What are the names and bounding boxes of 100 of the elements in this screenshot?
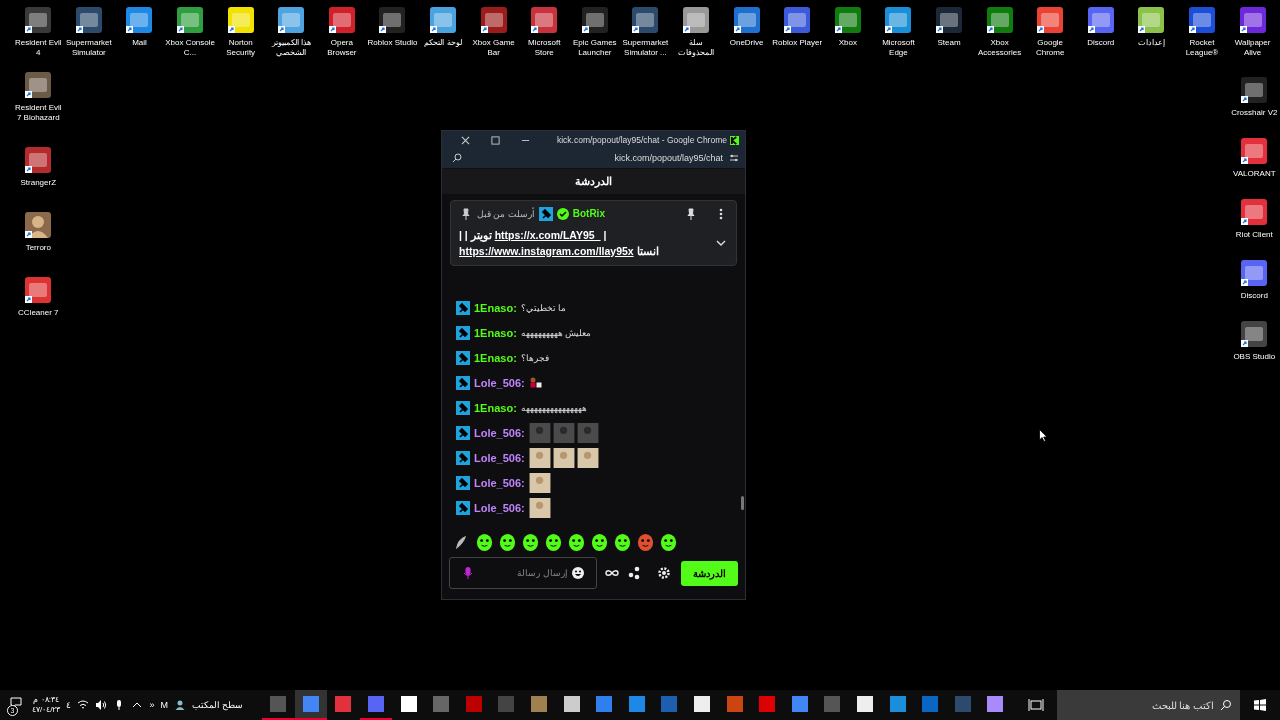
message-input[interactable]: إرسال رسالة	[449, 557, 597, 589]
maximize-icon[interactable]	[490, 135, 500, 145]
app-icon[interactable]	[1085, 5, 1116, 35]
photo-placeholder	[528, 447, 551, 468]
app-icon[interactable]	[326, 5, 357, 35]
app-icon[interactable]	[883, 5, 914, 35]
app-icon[interactable]	[681, 5, 711, 35]
username[interactable]: 1Enaso:	[474, 401, 517, 414]
hammer-badge-icon	[456, 450, 470, 465]
app-icon[interactable]	[1239, 75, 1270, 105]
app-icon[interactable]	[782, 5, 813, 35]
icon-label: Xbox Accessories	[977, 38, 1023, 58]
hammer-badge-icon	[456, 325, 470, 340]
search-field[interactable]: اكتب هنا للبحث	[1057, 690, 1240, 720]
app-icon[interactable]	[1136, 5, 1167, 35]
username[interactable]: 1Enaso:	[474, 301, 517, 314]
username[interactable]: Lole_506:	[474, 476, 525, 489]
app-icon[interactable]	[529, 5, 560, 35]
icon-label: OBS Studio	[1232, 352, 1277, 362]
settings-icon[interactable]	[729, 153, 739, 164]
send-button[interactable]: الدردشة	[681, 560, 738, 586]
app-icon[interactable]	[1239, 197, 1270, 227]
icon-label: Resident Evil 7 Biohazard	[13, 103, 63, 123]
icon-label: StrangerZ	[19, 178, 58, 188]
pin-icon[interactable]	[684, 206, 698, 221]
app-icon[interactable]	[630, 5, 661, 35]
app-icon[interactable]	[731, 5, 762, 35]
app-icon[interactable]	[23, 145, 54, 175]
scrollbar-thumb[interactable]	[741, 495, 744, 510]
icon-label: إعدادات	[1136, 38, 1166, 48]
hammer-badge-icon	[538, 206, 553, 221]
username[interactable]: BotRix	[572, 208, 605, 220]
icon-label: OneDrive	[728, 38, 765, 48]
message-text: فجرها؟	[520, 352, 549, 363]
desktop-toolbar[interactable]: سطح المكتب	[191, 700, 244, 710]
emote-icon[interactable]	[613, 532, 632, 552]
address-text[interactable]: kick.com/popout/lay95/chat	[614, 153, 723, 164]
emote-icon[interactable]	[475, 532, 494, 552]
username[interactable]: Lole_506:	[474, 451, 525, 464]
app-icon[interactable]	[73, 5, 104, 35]
app-icon[interactable]	[934, 5, 964, 35]
emoji-icon[interactable]	[571, 566, 585, 580]
app-icon[interactable]	[478, 5, 509, 35]
settings-icon[interactable]	[657, 566, 671, 580]
icon-label: Discord	[1086, 38, 1116, 48]
app-icon[interactable]	[1239, 319, 1270, 349]
app-icon[interactable]	[175, 5, 206, 35]
app-icon[interactable]	[984, 5, 1015, 35]
task-view-icon[interactable]	[1027, 697, 1044, 713]
app-icon[interactable]	[832, 5, 863, 35]
wifi-icon[interactable]	[77, 699, 90, 711]
tray-letter[interactable]: M	[160, 700, 168, 710]
photo-placeholder	[528, 422, 551, 443]
zoom-icon[interactable]	[452, 153, 462, 164]
photo-placeholder	[576, 422, 599, 443]
app-icon[interactable]	[428, 5, 459, 35]
clock-date[interactable]: ٤٧/٠٤/٢٣	[32, 705, 61, 715]
app-icon[interactable]	[579, 5, 610, 35]
close-icon[interactable]	[460, 135, 470, 145]
icon-label: Supermarket Simulator	[65, 38, 113, 58]
app-icon[interactable]	[23, 5, 54, 35]
icon-label: Rocket League®	[1184, 38, 1220, 58]
app-icon[interactable]	[1035, 5, 1066, 35]
person-icon[interactable]	[23, 210, 54, 240]
verified-icon	[556, 207, 569, 220]
app-icon[interactable]	[23, 275, 54, 305]
app-icon[interactable]	[124, 5, 155, 35]
windows-start-icon[interactable]	[1254, 699, 1266, 711]
clock-time[interactable]: ٠٨:٣٤ م	[33, 695, 59, 705]
emote-icon[interactable]	[544, 532, 563, 552]
app-icon[interactable]	[225, 5, 256, 35]
app-icon[interactable]	[1237, 5, 1268, 35]
emote-icon[interactable]	[498, 532, 517, 552]
app-icon[interactable]	[377, 5, 408, 35]
username[interactable]: Lole_506:	[474, 426, 525, 439]
username[interactable]: Lole_506:	[474, 376, 525, 389]
app-icon[interactable]	[1239, 258, 1270, 288]
username[interactable]: 1Enaso:	[474, 351, 517, 364]
person-icon[interactable]	[173, 699, 186, 711]
emote-icon	[528, 375, 543, 390]
language-indicator[interactable]: ٤	[66, 700, 72, 710]
app-icon[interactable]	[23, 70, 54, 100]
emote-icon[interactable]	[567, 532, 586, 552]
app-icon[interactable]	[1239, 136, 1270, 166]
hammer-badge-icon	[456, 400, 470, 415]
icon-label: Microsoft Store	[527, 38, 562, 58]
dots-icon[interactable]	[627, 566, 641, 580]
emote-icon[interactable]	[659, 532, 678, 552]
icon-label: Roblox Player	[772, 38, 823, 48]
emote-icon[interactable]	[590, 532, 609, 552]
app-icon[interactable]	[276, 5, 307, 35]
app-icon[interactable]	[1186, 5, 1217, 35]
username[interactable]: 1Enaso:	[474, 326, 517, 339]
username[interactable]: Lole_506:	[474, 501, 525, 514]
link[interactable]: https://www.instagram.com/llay95x	[459, 244, 634, 257]
volume-icon[interactable]	[95, 699, 108, 711]
photo-placeholder	[528, 472, 551, 493]
overflow-text[interactable]: »	[149, 700, 155, 710]
link[interactable]: https://x.com/LAY95_	[494, 228, 601, 241]
emote-icon[interactable]	[521, 532, 540, 552]
